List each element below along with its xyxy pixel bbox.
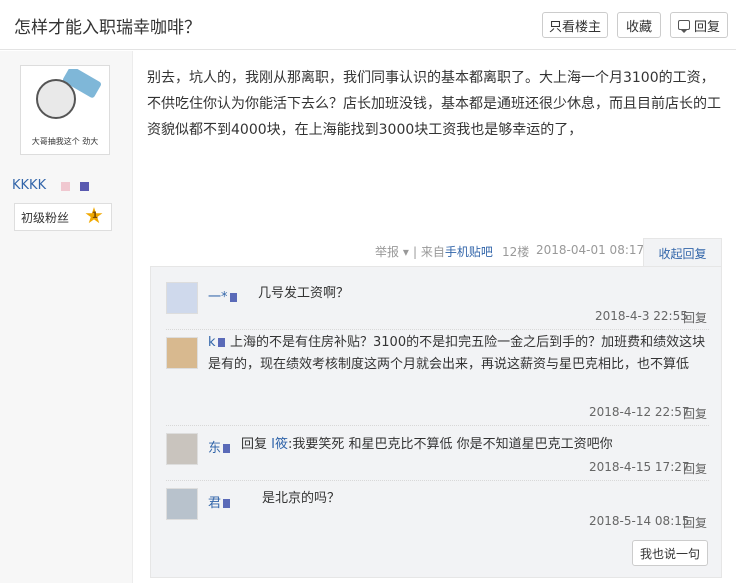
username-link[interactable]: KKKK [12,178,46,193]
user-mark-icon [223,444,231,453]
reply-list: 一* 几号发工资啊？ 2018-4-3 22:55 回复 k 上海的不是有住房补… [150,266,722,578]
reply-icon [677,20,690,33]
reply-link[interactable]: 回复 [683,460,707,477]
avatar-caption: 大哥抽我这个 劲大 [31,137,99,146]
reply-username[interactable]: 一* [208,286,237,305]
reply-time: 2018-5-14 08:15 [589,514,690,528]
report-label: 举报 [375,245,400,259]
level-number: 1 [91,211,98,221]
reply-prefix: 回复 [241,437,268,452]
level-label: 初级粉丝 [21,210,70,225]
reply-avatar[interactable] [166,282,198,314]
reply-text: 是北京的吗？ [262,491,341,506]
thread-header: 怎样才能入职瑞幸咖啡？ 只看楼主 收藏 回复 [0,0,736,50]
say-something-button[interactable]: 我也说一句 [632,540,708,566]
reply-time: 2018-4-3 22:55 [595,309,688,323]
floor-number: 12楼 [502,245,530,259]
user-mark-icon [223,499,231,508]
reply-target-link[interactable]: I筱 [271,437,288,452]
post-source: | 来自手机贴吧 [413,243,493,260]
divider [166,329,709,330]
level-badge[interactable]: 初级粉丝 ★ 1 [14,203,112,231]
reply-avatar[interactable] [166,433,198,465]
post-time: 2018-04-01 08:17 [536,243,645,257]
reply-text: 回复 I筱:我要笑死 和星巴克比不算低 你是不知道星巴克工资吧你 [241,434,613,456]
reply-time: 2018-4-12 22:57 [589,405,690,419]
user-icon-pink [61,182,70,191]
reply-username[interactable]: 东 [208,437,231,456]
reply-link[interactable]: 回复 [683,309,707,326]
user-mark-icon [229,293,237,302]
divider [166,480,709,481]
only-op-button[interactable]: 只看楼主 [542,12,608,38]
reply-button[interactable]: 回复 [670,12,728,38]
collapse-replies-button[interactable]: 收起回复 [643,238,722,267]
avatar-image: 大哥抽我这个 劲大 [24,69,106,151]
user-sidebar: 大哥抽我这个 劲大 KKKK 初级粉丝 ★ 1 [0,51,133,583]
reply-avatar[interactable] [166,488,198,520]
reply-link[interactable]: 回复 [683,514,707,531]
divider [166,425,709,426]
report-link[interactable]: 举报 ▾ [375,243,409,260]
source-app-link[interactable]: 手机贴吧 [445,245,493,259]
thread-title: 怎样才能入职瑞幸咖啡？ [14,18,201,38]
reply-avatar[interactable] [166,337,198,369]
favorite-button[interactable]: 收藏 [617,12,661,38]
reply-button-label: 回复 [693,19,720,35]
reply-text: 上海的不是有住房补贴？3100的不是扣完五险一金之后到手的？加班费和绩效这块是有… [208,335,706,372]
face-icon [36,79,76,119]
post-content: 别去，坑人的，我刚从那离职，我们同事认识的基本都离职了。大上海一个月3100的工… [147,70,721,138]
reply-body: :我要笑死 和星巴克比不算低 你是不知道星巴克工资吧你 [288,437,613,452]
user-icon-purple [80,182,89,191]
reply-username[interactable]: 君 [208,492,231,511]
reply-time: 2018-4-15 17:27 [589,460,690,474]
reply-text: 几号发工资啊？ [258,286,350,301]
source-prefix: | 来自 [413,245,445,259]
avatar[interactable]: 大哥抽我这个 劲大 [20,65,110,155]
reply-link[interactable]: 回复 [683,405,707,422]
